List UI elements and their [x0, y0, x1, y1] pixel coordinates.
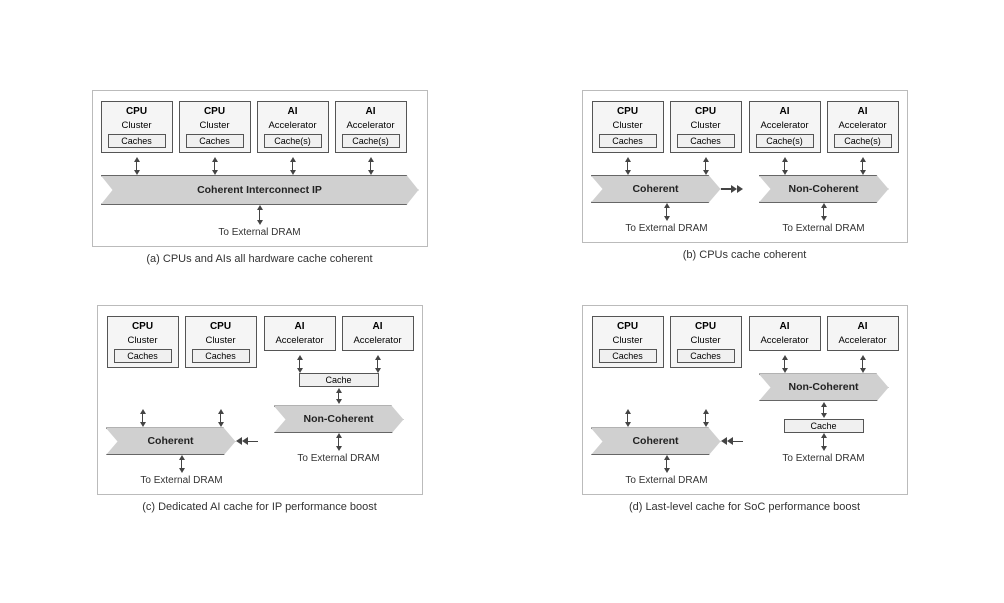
main-container: CPU Cluster Caches CPU Cluster Caches AI… [22, 80, 982, 524]
cluster-cpu2-d: CPU Cluster Caches [670, 316, 742, 368]
caption-c: (c) Dedicated AI cache for IP performanc… [142, 501, 377, 513]
ai2-title: AI [366, 106, 376, 118]
banner-d-noncoherent: Non-Coherent [759, 373, 889, 401]
banner-a: Coherent Interconnect IP [101, 175, 419, 205]
clusters-row-a: CPU Cluster Caches CPU Cluster Caches AI… [101, 101, 419, 153]
diagram-c: CPU Cluster Caches CPU Cluster Caches [22, 295, 497, 523]
clusters-row-b-left: CPU Cluster Caches CPU Cluster Caches [592, 101, 742, 153]
cluster-ai2-a: AI Accelerator Cache(s) [335, 101, 407, 153]
cluster-cpu1-d: CPU Cluster Caches [592, 316, 664, 368]
ai1-sub: Accelerator [268, 121, 316, 131]
banner-c-noncoherent: Non-Coherent [274, 405, 404, 433]
cluster-cpu2-c: CPU Cluster Caches [185, 316, 257, 368]
cpu1-cache: Caches [108, 134, 166, 148]
cluster-ai1-d: AI Accelerator [749, 316, 821, 351]
banner-b-coherent: Coherent [591, 175, 721, 203]
ai1-cache: Cache(s) [264, 134, 322, 148]
diagram-b: CPU Cluster Caches CPU Cluster Caches [507, 80, 982, 275]
diagram-a: CPU Cluster Caches CPU Cluster Caches AI… [22, 80, 497, 275]
dram-label-a: To External DRAM [218, 227, 300, 238]
ai2-sub: Accelerator [346, 121, 394, 131]
cpu1-sub: Cluster [121, 121, 151, 131]
cluster-ai2-c: AI Accelerator [342, 316, 414, 351]
cluster-ai2-d: AI Accelerator [827, 316, 899, 351]
cluster-ai2-b: AI Accelerator Cache(s) [827, 101, 899, 153]
cluster-cpu1-a: CPU Cluster Caches [101, 101, 173, 153]
cluster-cpu1-b: CPU Cluster Caches [592, 101, 664, 153]
diagram-d: CPU Cluster Caches CPU Cluster Caches [507, 295, 982, 523]
cluster-cpu1-c: CPU Cluster Caches [107, 316, 179, 368]
caption-d: (d) Last-level cache for SoC performance… [629, 501, 860, 513]
ai-cache-c: Cache [299, 373, 379, 387]
cluster-cpu2-b: CPU Cluster Caches [670, 101, 742, 153]
banner-d-coherent: Coherent [591, 427, 721, 455]
cluster-ai1-c: AI Accelerator [264, 316, 336, 351]
banner-b-noncoherent: Non-Coherent [759, 175, 889, 203]
cluster-ai1-a: AI Accelerator Cache(s) [257, 101, 329, 153]
dram-arrow-a [257, 205, 263, 225]
banner-c-coherent: Coherent [106, 427, 236, 455]
cpu1-title: CPU [126, 106, 147, 118]
cluster-cpu2-a: CPU Cluster Caches [179, 101, 251, 153]
caption-a: (a) CPUs and AIs all hardware cache cohe… [146, 253, 372, 265]
cpu2-cache: Caches [186, 134, 244, 148]
caption-b: (b) CPUs cache coherent [683, 249, 807, 261]
vert-arrows-a [101, 157, 419, 175]
ai1-title: AI [288, 106, 298, 118]
cpu2-title: CPU [204, 106, 225, 118]
clusters-row-b-right: AI Accelerator Cache(s) AI Accelerator C… [749, 101, 899, 153]
ai2-cache: Cache(s) [342, 134, 400, 148]
cluster-ai1-b: AI Accelerator Cache(s) [749, 101, 821, 153]
cpu2-sub: Cluster [199, 121, 229, 131]
shared-cache-d: Cache [784, 419, 864, 433]
